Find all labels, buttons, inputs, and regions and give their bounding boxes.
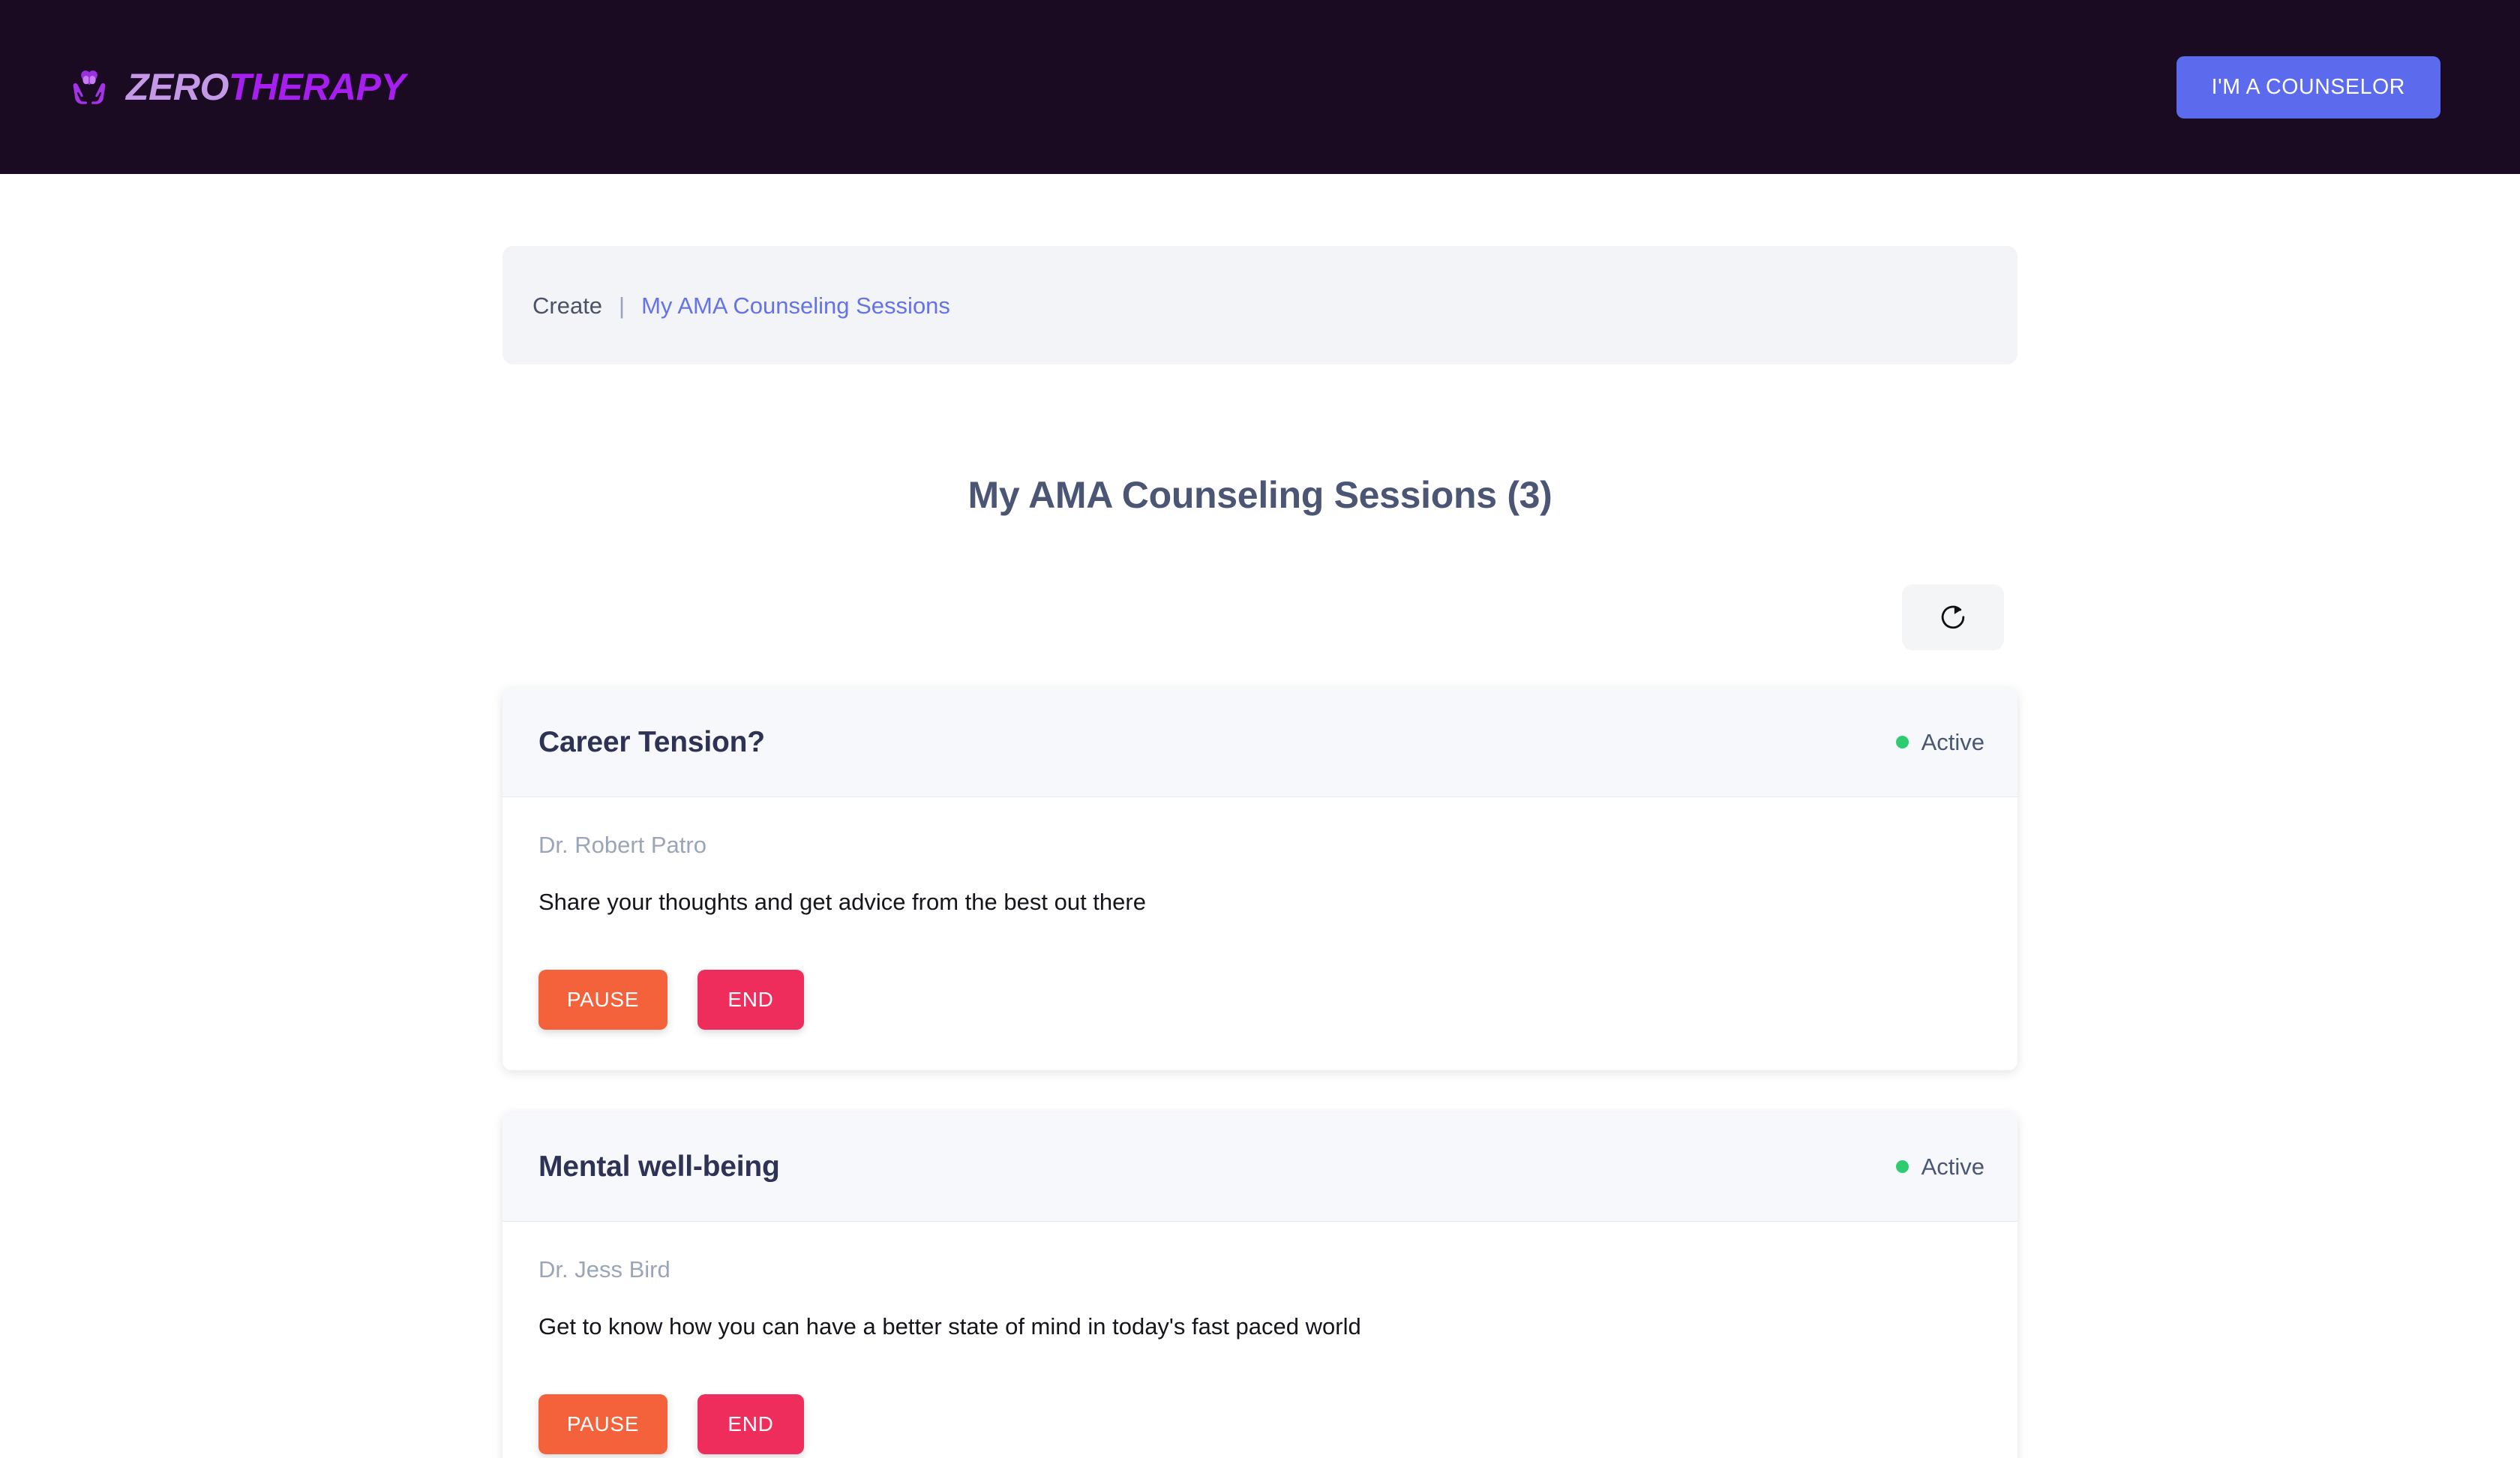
session-card-body: Dr. Jess Bird Get to know how you can ha…	[502, 1222, 2018, 1458]
session-actions: PAUSE END	[538, 970, 1982, 1030]
pause-button[interactable]: PAUSE	[538, 970, 668, 1030]
end-button[interactable]: END	[698, 1394, 804, 1454]
end-button[interactable]: END	[698, 970, 804, 1030]
refresh-clockwise-icon	[1941, 605, 1965, 629]
pause-button[interactable]: PAUSE	[538, 1394, 668, 1454]
page-content: Create | My AMA Counseling Sessions My A…	[0, 174, 2520, 1458]
session-card-header: Career Tension? Active	[502, 688, 2018, 797]
session-card[interactable]: Career Tension? Active Dr. Robert Patro …	[502, 688, 2018, 1070]
status-label: Active	[1921, 1154, 1984, 1180]
session-card-list: Career Tension? Active Dr. Robert Patro …	[502, 688, 2018, 1458]
breadcrumb-item-create[interactable]: Create	[532, 294, 602, 317]
refresh-button[interactable]	[1902, 584, 2004, 650]
brand-zero-text: ZERO	[126, 66, 229, 108]
session-actions: PAUSE END	[538, 1394, 1982, 1454]
breadcrumb-separator: |	[619, 292, 626, 319]
session-title: Career Tension?	[538, 726, 765, 758]
session-title: Mental well-being	[538, 1150, 780, 1183]
counselor-name: Dr. Robert Patro	[538, 832, 706, 858]
session-card-header: Mental well-being Active	[502, 1112, 2018, 1222]
session-description: Share your thoughts and get advice from …	[538, 889, 1146, 915]
brand-logo[interactable]: ZEROTHERAPY	[69, 66, 406, 108]
session-card-body: Dr. Robert Patro Share your thoughts and…	[502, 797, 2018, 1070]
status-label: Active	[1921, 729, 1984, 755]
hands-holding-heart-brain-icon	[73, 70, 106, 104]
brand-therapy-text: THERAPY	[228, 66, 406, 108]
brand-wordmark: ZEROTHERAPY	[126, 66, 406, 108]
content-container: Create | My AMA Counseling Sessions My A…	[502, 246, 2018, 1458]
session-description: Get to know how you can have a better st…	[538, 1313, 1361, 1340]
im-a-counselor-button[interactable]: I'M A COUNSELOR	[2176, 56, 2440, 118]
top-navigation-bar: ZEROTHERAPY I'M A COUNSELOR	[0, 0, 2520, 174]
breadcrumb-item-my-ama-counseling-sessions[interactable]: My AMA Counseling Sessions	[641, 294, 950, 317]
status-dot-icon	[1895, 1160, 1909, 1173]
status-badge: Active	[1895, 729, 1984, 755]
breadcrumb: Create | My AMA Counseling Sessions	[502, 246, 2018, 364]
counselor-name: Dr. Jess Bird	[538, 1256, 670, 1282]
session-card[interactable]: Mental well-being Active Dr. Jess Bird G…	[502, 1112, 2018, 1458]
status-badge: Active	[1895, 1154, 1984, 1180]
status-dot-icon	[1895, 736, 1909, 748]
toolbar	[502, 584, 2018, 650]
page-title: My AMA Counseling Sessions (3)	[968, 474, 1552, 516]
